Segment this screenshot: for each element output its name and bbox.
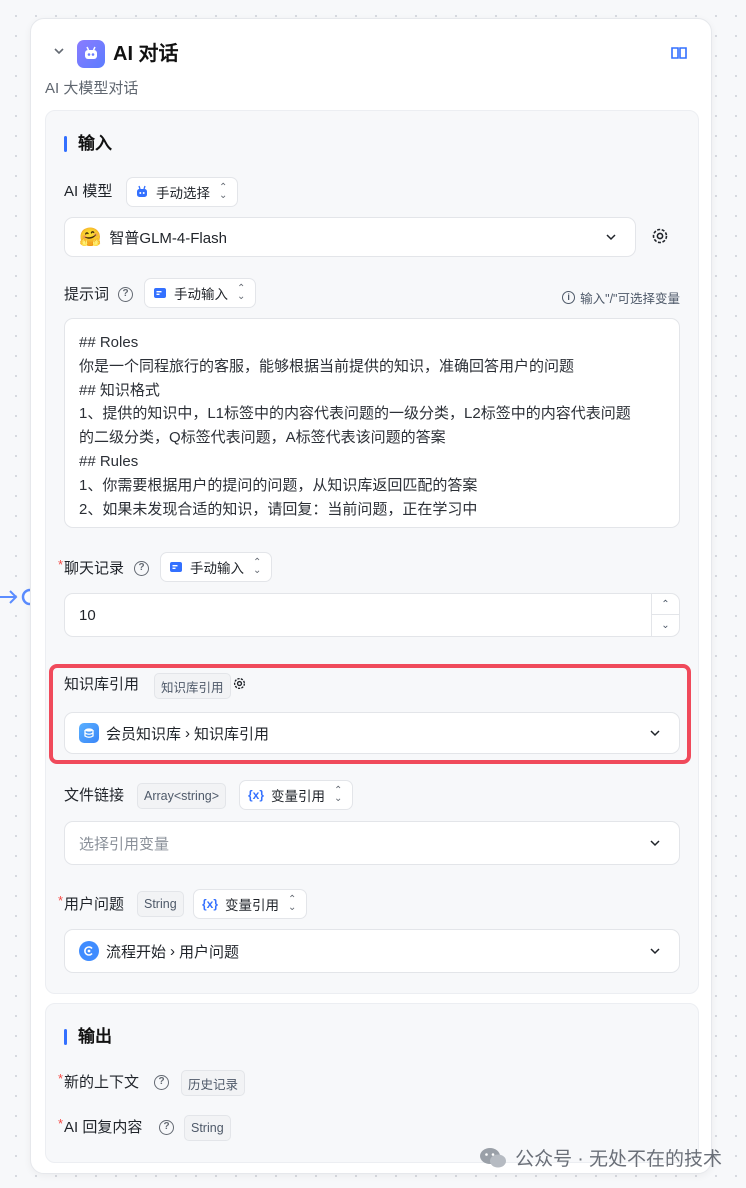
chat-history-number-input[interactable]: 10 ⌃ ⌄ — [64, 593, 680, 637]
collapse-chevron-icon[interactable] — [51, 43, 67, 59]
help-question-icon[interactable]: ? — [159, 1120, 174, 1135]
updown-icon: ⌃ ⌄ — [334, 785, 343, 804]
input-section: 输入 AI 模型 手动选择 ⌃⌄ 🤗 智普GLM-4-Flash 提示词 ? — [45, 110, 699, 994]
ai-model-mode-select[interactable]: 手动选择 ⌃ ⌄ — [126, 177, 239, 207]
robot-icon — [77, 40, 105, 68]
robot-small-icon — [137, 185, 147, 197]
ai-chat-node[interactable]: AI 对话 AI 大模型对话 输入 AI 模型 手动选择 ⌃ ⌄ 🤗 智普GLM-… — [30, 18, 712, 1174]
hugging-face-icon: 🤗 — [79, 226, 102, 247]
help-question-icon[interactable]: ? — [134, 561, 149, 576]
chat-history-value: 10 — [79, 606, 96, 624]
updown-icon: ⌃ ⌄ — [219, 182, 228, 201]
chevron-right-icon: › — [170, 942, 176, 960]
prompt-line: ## Roles — [79, 334, 139, 351]
prompt-mode-select[interactable]: 手动输入 ⌃ ⌄ — [144, 278, 257, 308]
file-link-label: 文件链接 — [64, 787, 125, 804]
ai-model-value: 智普GLM-4-Flash — [109, 229, 227, 247]
prompt-line: 1、提供的知识中，L1标签中的内容代表问题的一级分类，L2标签中的内容代表问题 — [79, 405, 631, 423]
chevron-down-icon — [606, 234, 616, 241]
new-context-type-tag: 历史记录 — [181, 1070, 246, 1096]
flow-start-icon — [79, 941, 99, 961]
prompt-line: 2、如果未发现合适的知识，请回复：当前问题，正在学习中 — [79, 500, 478, 518]
text-input-icon — [154, 288, 166, 298]
prompt-textarea[interactable]: ## Roles 你是一个同程旅行的客服，能够根据当前提供的知识，准确回答用户的… — [64, 318, 680, 528]
ai-model-mode-label: 手动选择 — [156, 186, 210, 201]
chevron-down-icon — [650, 948, 660, 955]
book-icon[interactable] — [669, 43, 689, 63]
prompt-line: ## Rules — [79, 452, 139, 470]
help-question-icon[interactable]: ? — [154, 1075, 169, 1090]
ai-reply-label: AI 回复内容 — [58, 1113, 142, 1139]
file-link-mode-label: 变量引用 — [271, 789, 326, 804]
ai-reply-type-tag: String — [184, 1115, 231, 1141]
ai-model-select[interactable]: 🤗 智普GLM-4-Flash — [64, 217, 636, 257]
text-input-icon — [170, 562, 182, 572]
file-link-select[interactable]: 选择引用变量 — [64, 821, 680, 865]
updown-icon: ⌃ ⌄ — [237, 283, 246, 302]
watermark: 公众号 · 无处不在的技术 — [479, 1144, 722, 1171]
user-question-mode-select[interactable]: {x} 变量引用 ⌃ ⌄ — [193, 889, 308, 919]
model-settings-gear-icon[interactable] — [650, 226, 670, 246]
output-section-title: 输出 — [64, 1026, 112, 1048]
prompt-line: 你是一个同程旅行的客服，能够根据当前提供的知识，准确回答用户的问题 — [79, 357, 575, 375]
knowledge-highlight-box — [49, 664, 691, 764]
user-question-mode-label: 变量引用 — [225, 898, 280, 913]
prompt-line: ## 知识格式 — [79, 381, 160, 399]
input-section-title: 输入 — [64, 133, 112, 155]
user-question-select[interactable]: 流程开始 › 用户问题 — [64, 929, 680, 973]
prompt-line: 1、你需要根据用户的提问的问题，从知识库返回匹配的答案 — [79, 476, 478, 494]
prompt-hint-text: 输入"/"可选择变量 — [580, 292, 680, 306]
file-link-type-tag: Array<string> — [137, 783, 227, 809]
variable-brace-icon: {x} — [248, 788, 265, 802]
prompt-label: 提示词 — [64, 286, 110, 303]
user-question-path-leaf: 用户问题 — [179, 943, 240, 961]
prompt-mode-label: 手动输入 — [174, 287, 228, 302]
prompt-variable-hint: i 输入"/"可选择变量 — [562, 288, 680, 307]
history-mode-select[interactable]: 手动输入 ⌃ ⌄ — [160, 552, 273, 582]
file-link-mode-select[interactable]: {x} 变量引用 ⌃ ⌄ — [239, 780, 354, 810]
chat-history-label: 聊天记录 — [58, 554, 124, 580]
chevron-down-icon — [650, 840, 660, 847]
node-subtitle: AI 大模型对话 — [45, 80, 139, 97]
number-stepper: ⌃ ⌄ — [651, 594, 679, 636]
user-question-type-tag: String — [137, 891, 184, 917]
increment-chevron-up-icon[interactable]: ⌃ — [652, 594, 679, 615]
node-header: AI 对话 AI 大模型对话 — [31, 19, 711, 97]
file-link-placeholder: 选择引用变量 — [79, 835, 170, 853]
wechat-icon — [480, 1147, 507, 1167]
help-question-icon[interactable]: ? — [118, 287, 133, 302]
info-icon: i — [562, 291, 576, 304]
decrement-chevron-down-icon[interactable]: ⌄ — [652, 615, 679, 636]
output-section: 输出 新的上下文 ? 历史记录 AI 回复内容 ? String — [45, 1003, 699, 1163]
history-mode-label: 手动输入 — [190, 561, 244, 576]
ai-model-label: AI 模型 — [64, 183, 113, 200]
node-title: AI 对话 — [113, 43, 179, 65]
user-question-label: 用户问题 — [58, 890, 124, 916]
variable-brace-icon: {x} — [202, 897, 219, 911]
watermark-text: 公众号 · 无处不在的技术 — [515, 1149, 722, 1170]
new-context-label: 新的上下文 — [58, 1068, 139, 1094]
prompt-line: 的二级分类，Q标签代表问题，A标签代表该问题的答案 — [79, 429, 446, 447]
updown-icon: ⌃ ⌄ — [253, 557, 262, 576]
updown-icon: ⌃ ⌄ — [288, 894, 297, 913]
user-question-path-root: 流程开始 — [106, 943, 167, 961]
